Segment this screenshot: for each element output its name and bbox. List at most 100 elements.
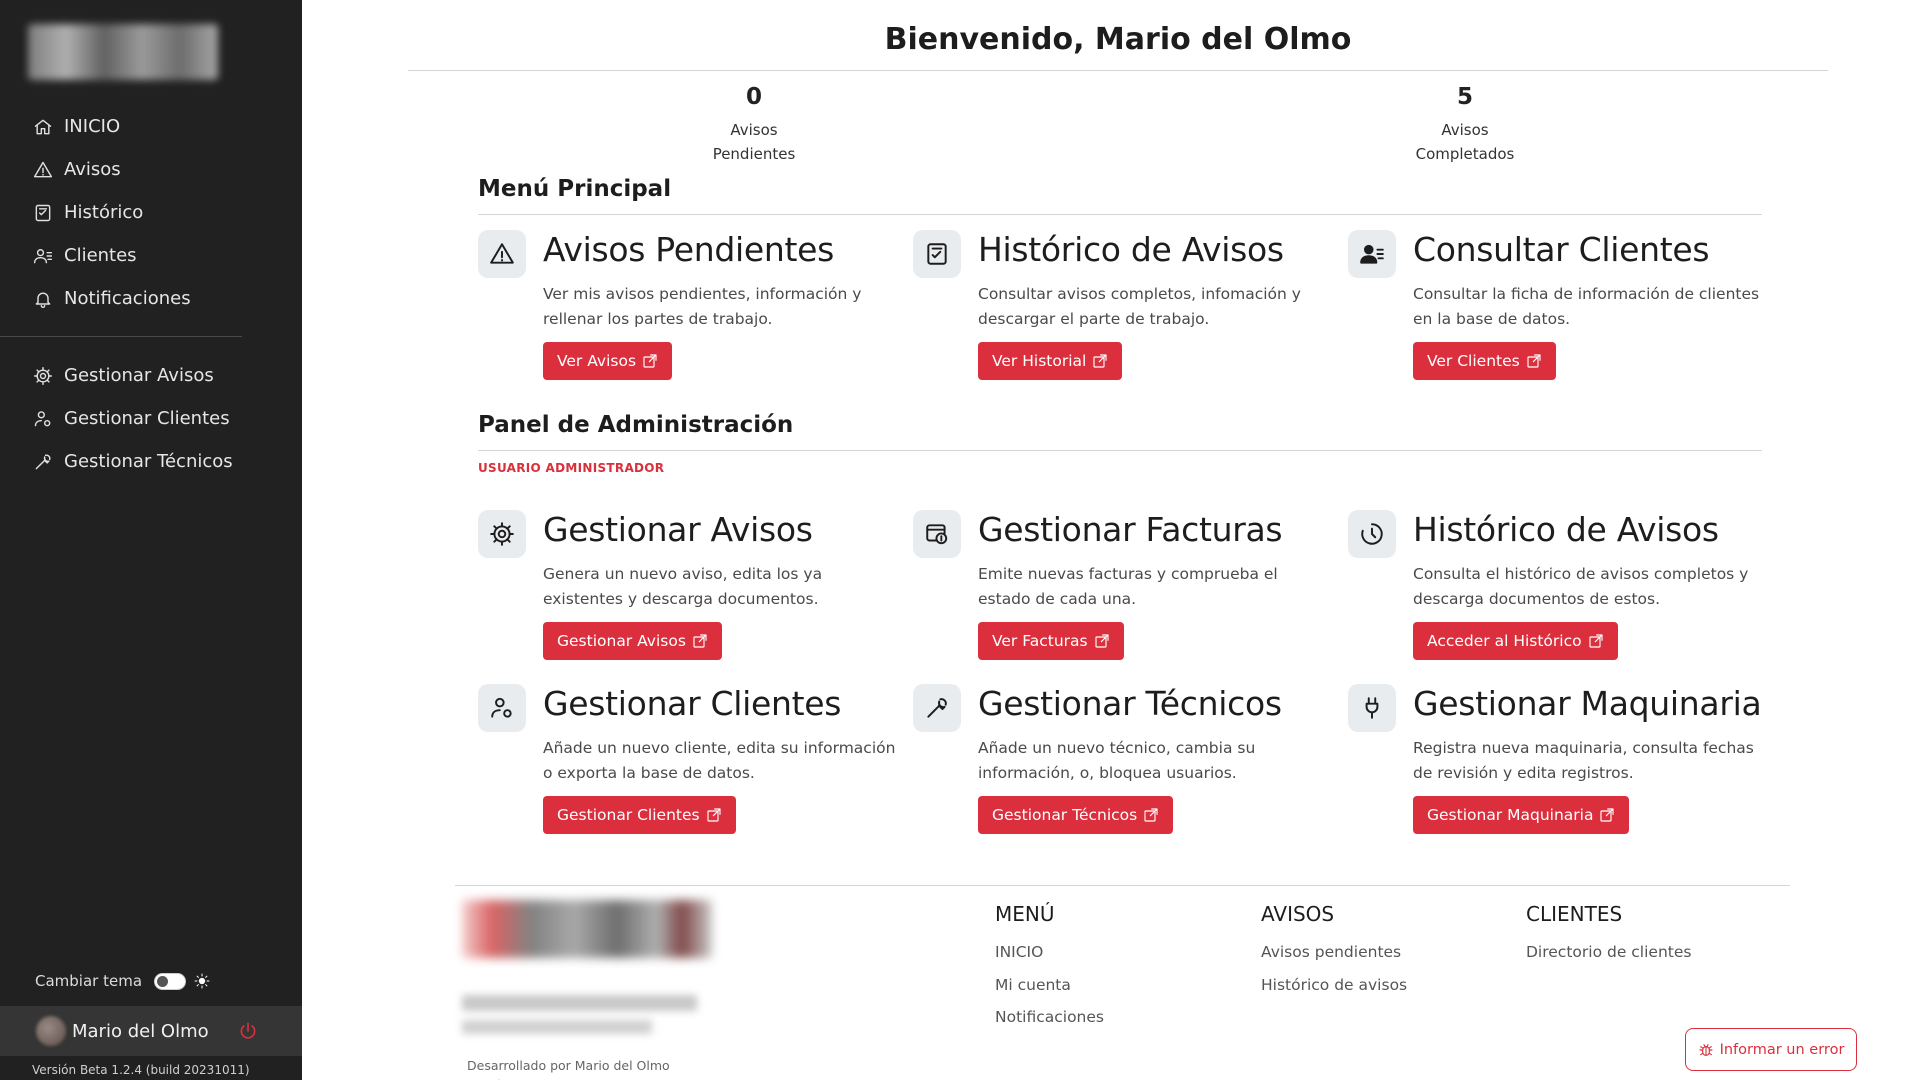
stat-label: Avisos <box>730 121 778 139</box>
invoice-icon <box>913 510 961 558</box>
sidebar-item-label: Histórico <box>64 202 144 223</box>
home-icon <box>32 116 54 138</box>
button-label: Gestionar Clientes <box>557 806 700 824</box>
card-gestionar-avisos: Gestionar Avisos Genera un nuevo aviso, … <box>478 510 898 670</box>
stat-value: 5 <box>1456 84 1473 110</box>
person-gear-icon <box>478 684 526 732</box>
footer-column-clientes: CLIENTES Directorio de clientes <box>1526 902 1691 969</box>
section-title-panel-administracion: Panel de Administración <box>478 412 794 438</box>
card-gestionar-maquinaria: Gestionar Maquinaria Registra nueva maqu… <box>1348 684 1768 844</box>
gestionar-avisos-button[interactable]: Gestionar Avisos <box>543 622 722 660</box>
sidebar-item-clientes[interactable]: Clientes <box>0 234 302 277</box>
sidebar-nav-admin: Gestionar Avisos Gestionar Clientes Gest… <box>0 354 302 483</box>
footer-column-avisos: AVISOS Avisos pendientes Histórico de av… <box>1261 902 1407 1001</box>
card-description: Genera un nuevo aviso, edita los ya exis… <box>543 565 823 608</box>
card-title: Histórico de Avisos <box>978 230 1284 269</box>
sidebar-item-gestionar-avisos[interactable]: Gestionar Avisos <box>0 354 302 397</box>
sidebar-item-gestionar-tecnicos[interactable]: Gestionar Técnicos <box>0 440 302 483</box>
card-gestionar-clientes: Gestionar Clientes Añade un nuevo client… <box>478 684 898 844</box>
avatar <box>36 1016 66 1046</box>
card-description: Emite nuevas facturas y comprueba el est… <box>978 565 1278 608</box>
footer-blurred-text <box>462 1020 652 1034</box>
report-error-button[interactable]: Informar un error <box>1685 1028 1857 1071</box>
card-description: Consulta el histórico de avisos completo… <box>1413 565 1749 608</box>
bell-icon <box>32 288 54 310</box>
footer-heading: CLIENTES <box>1526 902 1623 926</box>
sidebar-item-label: Gestionar Clientes <box>64 408 230 429</box>
external-link-icon <box>1095 634 1109 648</box>
card-gestionar-tecnicos: Gestionar Técnicos Añade un nuevo técnic… <box>913 684 1333 844</box>
external-link-icon <box>1144 808 1158 822</box>
section-title-menu-principal: Menú Principal <box>478 176 672 202</box>
card-gestionar-facturas: Gestionar Facturas Emite nuevas facturas… <box>913 510 1333 670</box>
card-description: Consultar avisos completos, infomación y… <box>978 285 1301 328</box>
footer-link-mi-cuenta[interactable]: Mi cuenta <box>995 969 1104 1002</box>
ver-clientes-button[interactable]: Ver Clientes <box>1413 342 1556 380</box>
warning-icon <box>478 230 526 278</box>
power-icon[interactable] <box>238 1021 258 1041</box>
warning-icon <box>32 159 54 181</box>
user-profile[interactable]: Mario del Olmo <box>0 1006 302 1056</box>
button-label: Ver Clientes <box>1427 352 1520 370</box>
ver-historial-button[interactable]: Ver Historial <box>978 342 1123 380</box>
gestionar-tecnicos-button[interactable]: Gestionar Técnicos <box>978 796 1174 834</box>
gestionar-clientes-button[interactable]: Gestionar Clientes <box>543 796 736 834</box>
footer-blurred-text <box>462 995 697 1011</box>
acceder-historico-button[interactable]: Acceder al Histórico <box>1413 622 1618 660</box>
card-consultar-clientes: Consultar Clientes Consultar la ficha de… <box>1348 230 1768 390</box>
theme-toggle[interactable] <box>154 972 187 990</box>
footer-link-historico-avisos[interactable]: Histórico de avisos <box>1261 969 1407 1002</box>
card-title: Gestionar Avisos <box>543 510 813 549</box>
user-name: Mario del Olmo <box>72 1020 209 1042</box>
card-avisos-pendientes: Avisos Pendientes Ver mis avisos pendien… <box>478 230 898 390</box>
sidebar-item-avisos[interactable]: Avisos <box>0 148 302 191</box>
card-description: Ver mis avisos pendientes, información y… <box>543 285 862 328</box>
developer-credit: Desarrollado por Mario del Olmo Rincón <box>467 1058 670 1080</box>
stat-avisos-completados: 5 Avisos Completados <box>1385 84 1545 166</box>
sidebar-item-gestionar-clientes[interactable]: Gestionar Clientes <box>0 397 302 440</box>
sidebar: INICIO Avisos Histórico Clientes Notific… <box>0 0 302 1080</box>
footer-heading: AVISOS <box>1261 902 1335 926</box>
sidebar-item-notificaciones[interactable]: Notificaciones <box>0 277 302 320</box>
footer-logo <box>462 900 712 958</box>
person-list-icon <box>32 245 54 267</box>
stat-avisos-pendientes: 0 Avisos Pendientes <box>674 84 834 166</box>
admin-badge: USUARIO ADMINISTRADOR <box>478 461 665 475</box>
ver-avisos-button[interactable]: Ver Avisos <box>543 342 673 380</box>
header-divider <box>408 70 1828 71</box>
theme-switcher: Cambiar tema <box>35 972 210 990</box>
section-divider <box>478 450 1762 451</box>
sidebar-item-label: Clientes <box>64 245 137 266</box>
button-label: Ver Historial <box>992 352 1087 370</box>
sidebar-item-label: Gestionar Avisos <box>64 365 214 386</box>
clock-history-icon <box>1348 510 1396 558</box>
sidebar-item-historico[interactable]: Histórico <box>0 191 302 234</box>
gestionar-maquinaria-button[interactable]: Gestionar Maquinaria <box>1413 796 1630 834</box>
card-title: Gestionar Facturas <box>978 510 1283 549</box>
gear-icon <box>32 365 54 387</box>
bug-icon <box>1699 1043 1713 1056</box>
sidebar-item-label: Notificaciones <box>64 288 191 309</box>
version-text: Versión Beta 1.2.4 (build 20231011) <box>32 1063 250 1077</box>
stat-label: Avisos <box>1441 121 1489 139</box>
button-label: Gestionar Técnicos <box>992 806 1138 824</box>
external-link-icon <box>693 634 707 648</box>
plug-icon <box>1348 684 1396 732</box>
checklist-icon <box>32 202 54 224</box>
ver-facturas-button[interactable]: Ver Facturas <box>978 622 1124 660</box>
sun-icon <box>194 973 210 989</box>
sidebar-logo[interactable] <box>28 24 218 80</box>
button-label: Gestionar Avisos <box>557 632 686 650</box>
gear-icon <box>478 510 526 558</box>
card-description: Consultar la ficha de información de cli… <box>1413 285 1760 328</box>
footer-link-directorio-clientes[interactable]: Directorio de clientes <box>1526 936 1691 969</box>
footer-link-inicio[interactable]: INICIO <box>995 936 1104 969</box>
external-link-icon <box>1093 354 1107 368</box>
card-description: Añade un nuevo técnico, cambia su inform… <box>978 739 1256 782</box>
footer-link-notificaciones[interactable]: Notificaciones <box>995 1001 1104 1034</box>
external-link-icon <box>643 354 657 368</box>
button-label: Ver Avisos <box>557 352 637 370</box>
sidebar-item-inicio[interactable]: INICIO <box>0 105 302 148</box>
card-historico-avisos-admin: Histórico de Avisos Consulta el históric… <box>1348 510 1768 670</box>
footer-link-avisos-pendientes[interactable]: Avisos pendientes <box>1261 936 1407 969</box>
